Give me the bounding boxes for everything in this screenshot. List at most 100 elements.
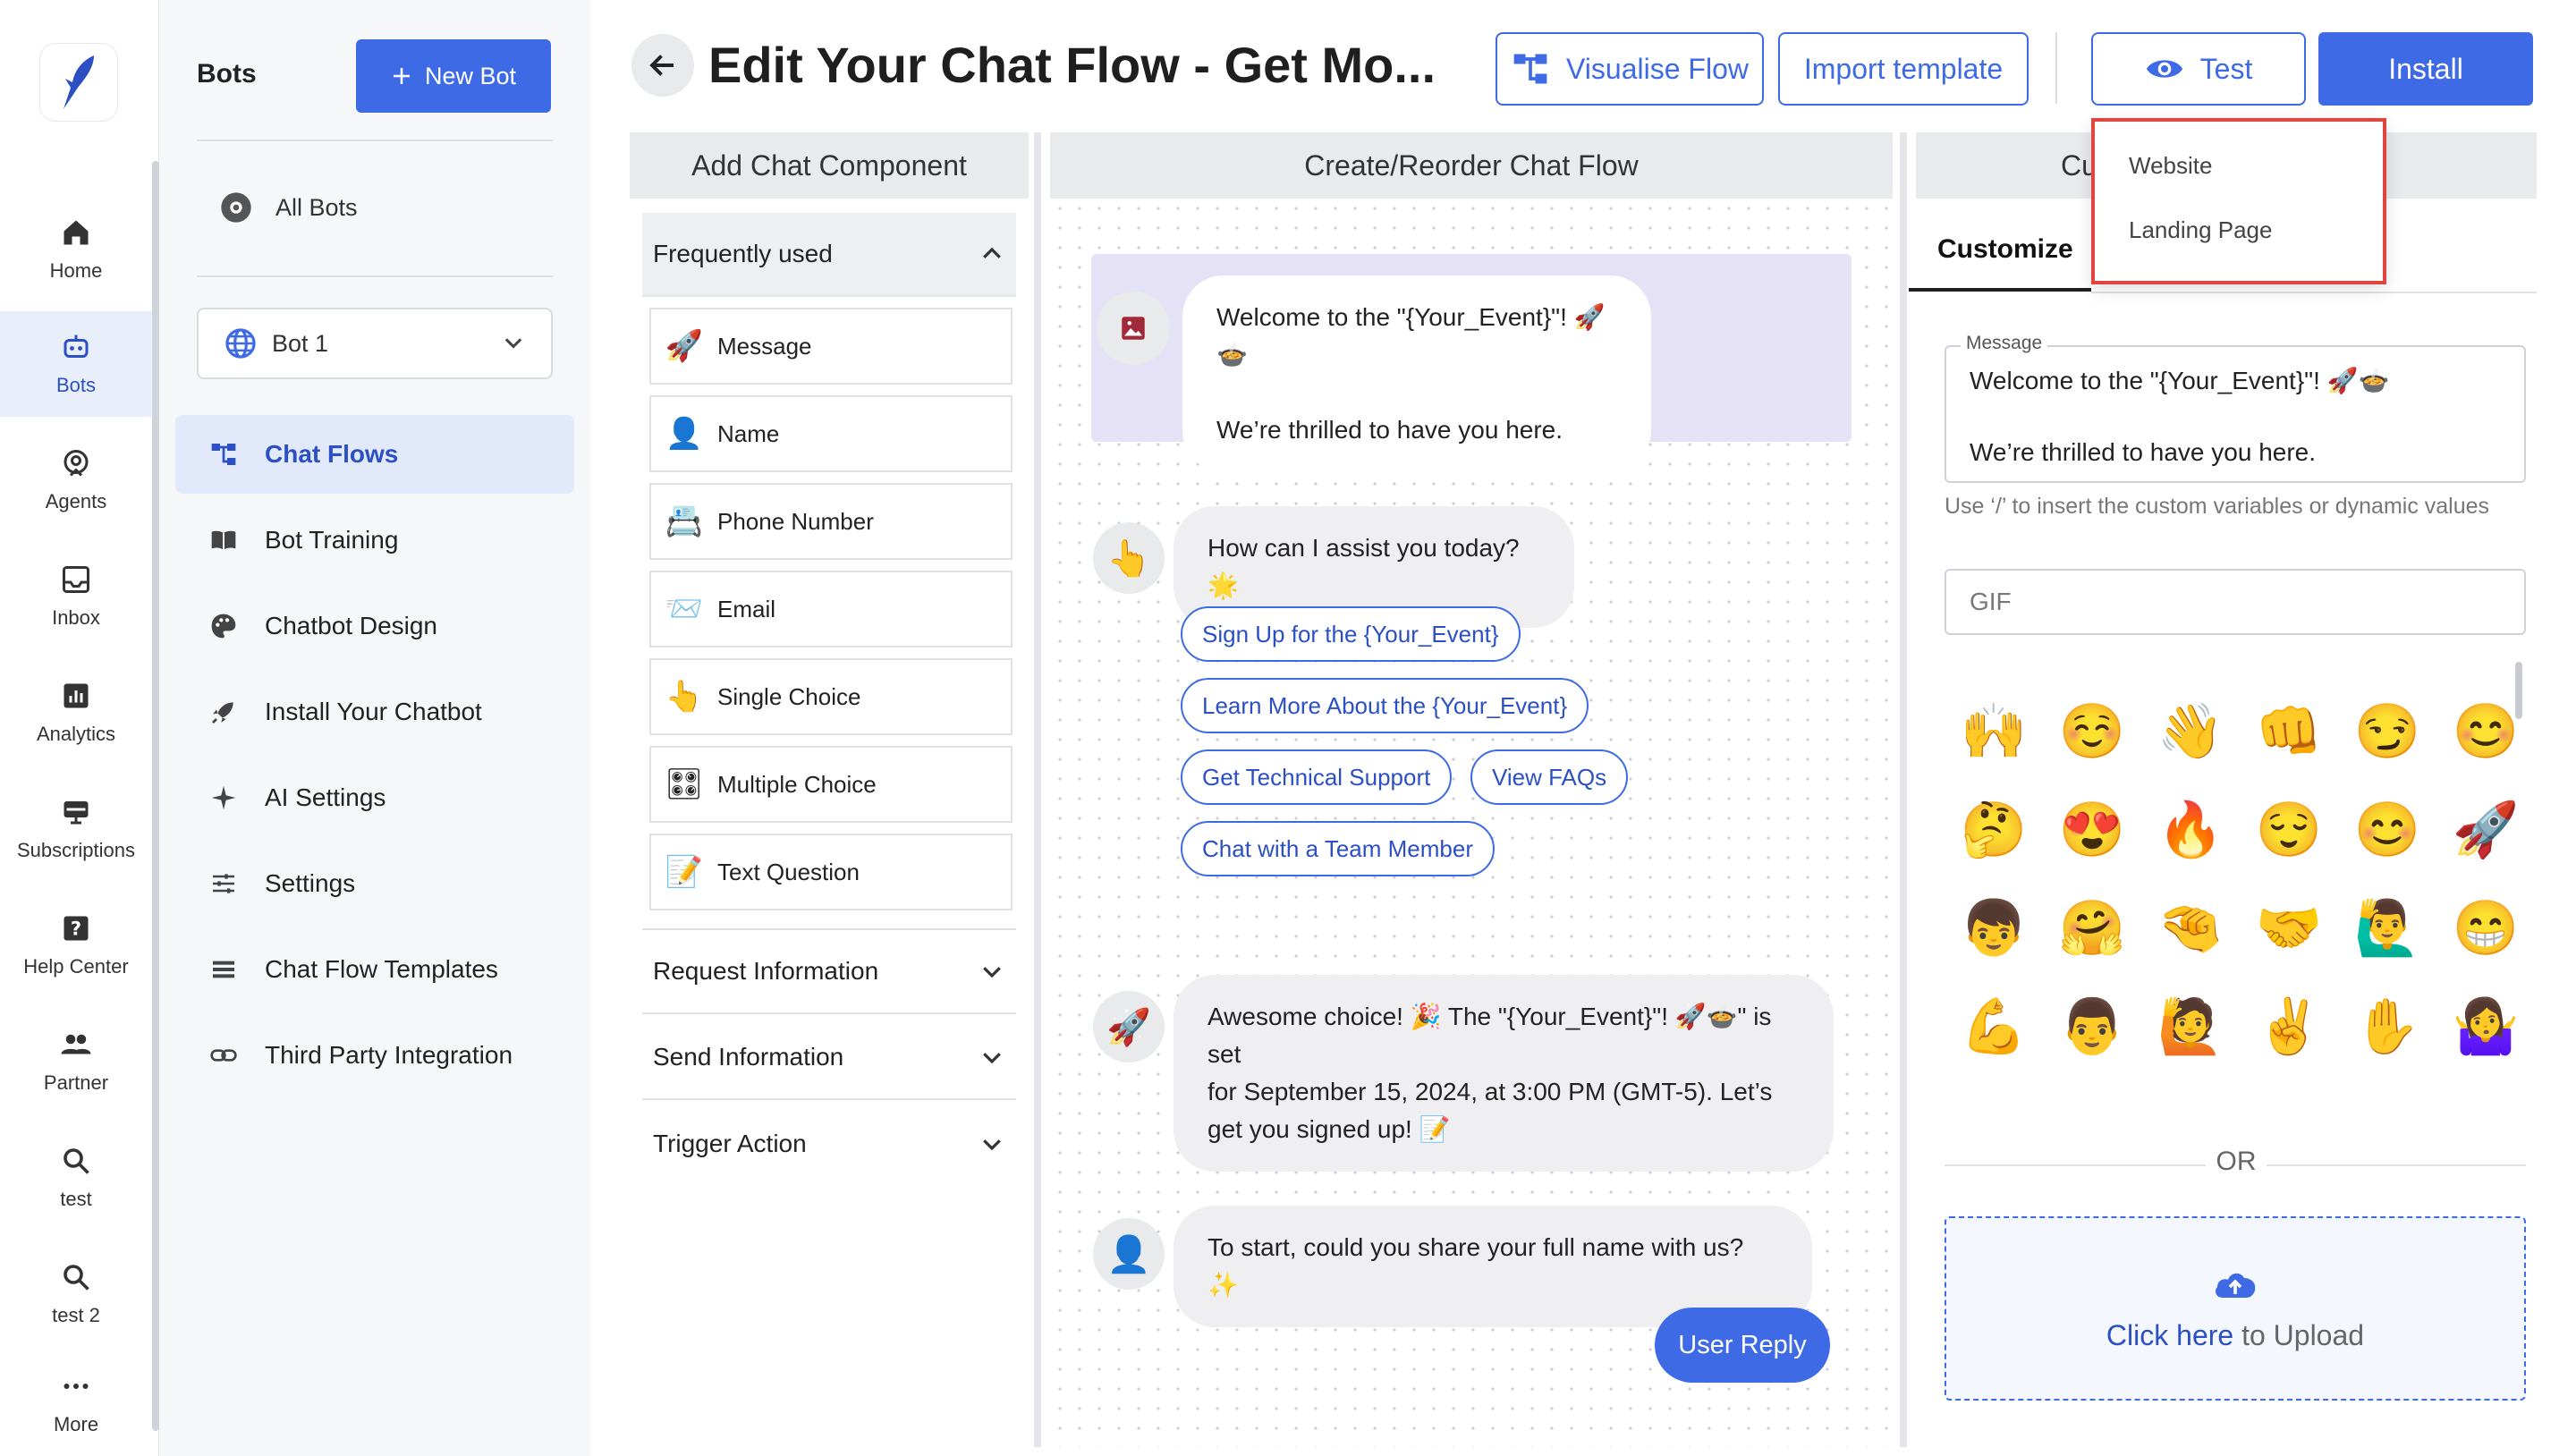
bots-panel-title: Bots bbox=[197, 59, 257, 89]
emoji-option[interactable]: 😁 bbox=[2436, 878, 2517, 977]
component-single-choice[interactable]: 👆 Single Choice bbox=[649, 658, 1013, 735]
rail-item-test[interactable]: test bbox=[0, 1125, 152, 1231]
awesome-bubble: Awesome choice! 🎉 The "{Your_Event}"! 🚀🍲… bbox=[1174, 975, 1834, 1172]
component-phone-number[interactable]: 📇 Phone Number bbox=[649, 483, 1013, 560]
emoji-option[interactable]: 😏 bbox=[2338, 681, 2436, 780]
install-button[interactable]: Install bbox=[2318, 32, 2533, 106]
all-bots-link[interactable]: All Bots bbox=[218, 190, 358, 225]
emoji-option[interactable]: 🤷‍♀️ bbox=[2436, 977, 2517, 1075]
emoji-option[interactable]: 🙋 bbox=[2141, 977, 2240, 1075]
rail-label: Inbox bbox=[52, 606, 100, 629]
link-icon bbox=[210, 1049, 237, 1062]
dropdown-item-landing-page[interactable]: Landing Page bbox=[2129, 216, 2272, 244]
emoji-option[interactable]: 😊 bbox=[2338, 780, 2436, 878]
emoji-option[interactable]: 👨 bbox=[2043, 977, 2141, 1075]
trigger-action-section[interactable]: Trigger Action bbox=[642, 1102, 1016, 1186]
frequently-used-section[interactable]: Frequently used bbox=[642, 213, 1016, 297]
test-button[interactable]: Test bbox=[2091, 32, 2306, 106]
rail-item-agents[interactable]: Agents bbox=[0, 427, 152, 533]
user-reply-button[interactable]: User Reply bbox=[1655, 1308, 1830, 1383]
nav-item-chatbot-design[interactable]: Chatbot Design bbox=[175, 587, 574, 665]
nav-item-settings[interactable]: Settings bbox=[175, 844, 574, 923]
emoji-option[interactable]: 🚀 bbox=[2436, 780, 2517, 878]
rail-item-partner[interactable]: Partner bbox=[0, 1009, 152, 1114]
variables-hint: Use ‘/’ to insert the custom variables o… bbox=[1945, 494, 2490, 519]
nav-item-third-party-integration[interactable]: Third Party Integration bbox=[175, 1016, 574, 1095]
emoji-option[interactable]: 🙌 bbox=[1945, 681, 2043, 780]
import-template-button[interactable]: Import template bbox=[1778, 32, 2029, 106]
rail-scrollbar[interactable] bbox=[152, 161, 159, 1431]
choice-chip[interactable]: Get Technical Support bbox=[1181, 749, 1453, 805]
back-button[interactable] bbox=[631, 34, 694, 97]
component-name[interactable]: 👤 Name bbox=[649, 395, 1013, 472]
help-icon: ? bbox=[64, 916, 89, 941]
emoji-option[interactable]: 👦 bbox=[1945, 878, 2043, 977]
chevron-up-icon bbox=[983, 247, 1001, 258]
emoji-option[interactable]: 🤗 bbox=[2043, 878, 2141, 977]
rail-item-subscriptions[interactable]: Subscriptions bbox=[0, 776, 152, 882]
message-field[interactable]: Welcome to the "{Your_Event}"! 🚀🍲 We’re … bbox=[1945, 345, 2526, 483]
new-bot-button[interactable]: New Bot bbox=[356, 39, 551, 113]
tab-underline bbox=[2091, 292, 2537, 293]
create-flow-header: Create/Reorder Chat Flow bbox=[1050, 132, 1893, 199]
component-text-question[interactable]: 📝 Text Question bbox=[649, 834, 1013, 910]
nav-item-ai-settings[interactable]: AI Settings bbox=[175, 758, 574, 837]
envelope-icon: 📨 bbox=[665, 592, 704, 626]
emoji-option[interactable]: ✌️ bbox=[2240, 977, 2338, 1075]
emoji-option[interactable]: 👋 bbox=[2141, 681, 2240, 780]
agents-icon bbox=[64, 450, 89, 477]
nav-label: Chatbot Design bbox=[265, 612, 438, 639]
nav-item-install-chatbot[interactable]: Install Your Chatbot bbox=[175, 673, 574, 751]
tab-customize[interactable]: Customize bbox=[1937, 234, 2073, 265]
rail-item-help-center[interactable]: ? Help Center bbox=[0, 893, 152, 998]
bot-selector[interactable]: Bot 1 bbox=[197, 308, 553, 379]
rail-item-test-2[interactable]: test 2 bbox=[0, 1241, 152, 1347]
emoji-option[interactable]: 🔥 bbox=[2141, 780, 2240, 878]
message-line-1: Welcome to the "{Your_Event}"! 🚀🍲 bbox=[1970, 367, 2390, 394]
emoji-option[interactable]: 😍 bbox=[2043, 780, 2141, 878]
arrow-left-icon bbox=[649, 55, 674, 76]
svg-text:?: ? bbox=[71, 918, 81, 940]
emoji-option[interactable]: ☺️ bbox=[2043, 681, 2141, 780]
choice-chip[interactable]: View FAQs bbox=[1470, 749, 1629, 805]
component-multiple-choice[interactable]: 🎛 Multiple Choice bbox=[649, 746, 1013, 823]
rail-item-home[interactable]: Home bbox=[0, 197, 152, 302]
gif-search-input[interactable]: GIF bbox=[1945, 569, 2526, 635]
component-email[interactable]: 📨 Email bbox=[649, 571, 1013, 648]
rail-item-inbox[interactable]: Inbox bbox=[0, 544, 152, 649]
emoji-option[interactable]: 🙋‍♂️ bbox=[2338, 878, 2436, 977]
rail-label: More bbox=[53, 1413, 99, 1435]
dropdown-item-website[interactable]: Website bbox=[2129, 152, 2212, 180]
emoji-option[interactable]: 💪 bbox=[1945, 977, 2043, 1075]
rail-item-more[interactable]: More bbox=[0, 1350, 152, 1456]
nav-item-bot-training[interactable]: Bot Training bbox=[175, 501, 574, 580]
choice-chip[interactable]: Learn More About the {Your_Event} bbox=[1181, 678, 1589, 733]
emoji-scrollbar[interactable] bbox=[2515, 662, 2522, 719]
visualise-flow-button[interactable]: Visualise Flow bbox=[1496, 32, 1764, 106]
emoji-picker[interactable]: 🙌 ☺️ 👋 👊 😏 😊 🤔 😍 🔥 😌 😊 🚀 👦 🤗 🤏 🤝 🙋‍♂️ 😁 … bbox=[1945, 681, 2517, 1111]
welcome-line-1: Welcome to the "{Your_Event}"! 🚀🍲 bbox=[1216, 303, 1606, 368]
emoji-option[interactable]: 🤏 bbox=[2141, 878, 2240, 977]
header-separator bbox=[2055, 32, 2057, 104]
component-label: Email bbox=[717, 595, 776, 622]
emoji-option[interactable]: 🤔 bbox=[1945, 780, 2043, 878]
nav-item-chat-flows[interactable]: Chat Flows bbox=[175, 415, 574, 494]
rail-item-bots[interactable]: Bots bbox=[0, 311, 152, 417]
partner-icon bbox=[61, 1034, 91, 1054]
emoji-option[interactable]: 😊 bbox=[2436, 681, 2517, 780]
upload-link[interactable]: Click here bbox=[2106, 1319, 2233, 1351]
send-information-section[interactable]: Send Information bbox=[642, 1016, 1016, 1100]
emoji-option[interactable]: ✋ bbox=[2338, 977, 2436, 1075]
component-message[interactable]: 🚀 Message bbox=[649, 308, 1013, 385]
emoji-option[interactable]: 🤝 bbox=[2240, 878, 2338, 977]
upload-dropzone[interactable]: Click here to Upload bbox=[1945, 1216, 2526, 1401]
choice-chip[interactable]: Sign Up for the {Your_Event} bbox=[1181, 606, 1521, 662]
request-information-section[interactable]: Request Information bbox=[642, 930, 1016, 1014]
rail-item-analytics[interactable]: Analytics bbox=[0, 660, 152, 766]
inbox-icon bbox=[63, 566, 89, 593]
choice-chip[interactable]: Chat with a Team Member bbox=[1181, 821, 1495, 876]
emoji-option[interactable]: 😌 bbox=[2240, 780, 2338, 878]
nav-item-chat-flow-templates[interactable]: Chat Flow Templates bbox=[175, 930, 574, 1009]
brand-logo[interactable] bbox=[39, 43, 118, 122]
emoji-option[interactable]: 👊 bbox=[2240, 681, 2338, 780]
